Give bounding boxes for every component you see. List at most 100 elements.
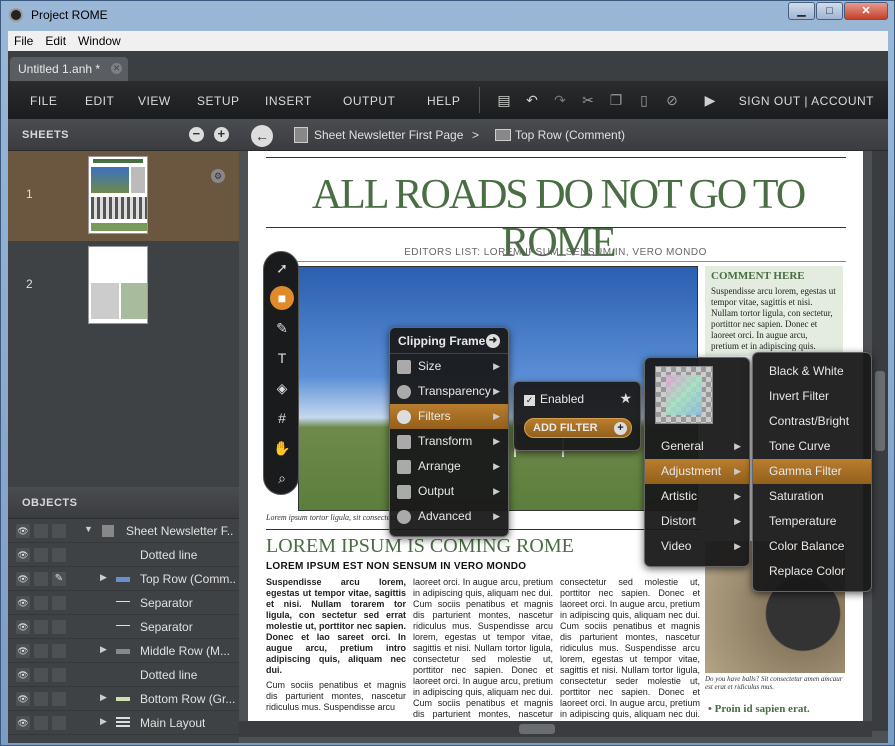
- visibility-eye-icon[interactable]: 👁: [16, 524, 30, 538]
- object-row[interactable]: 👁 ▶ Main Layout: [8, 711, 239, 735]
- football-caption[interactable]: Do you have balls? Sit consectetur amen …: [705, 675, 845, 691]
- comment-box[interactable]: COMMENT HERE Suspendisse arcu lorem, ege…: [705, 266, 843, 356]
- filter-saturation[interactable]: Saturation: [753, 484, 871, 509]
- menu-file[interactable]: File: [14, 34, 33, 48]
- back-arrow-icon[interactable]: ←: [251, 125, 273, 147]
- menu-item-filters[interactable]: Filters ▶: [390, 404, 508, 429]
- lock-toggle[interactable]: [34, 716, 48, 730]
- menu-item-arrange[interactable]: Arrange ▶: [390, 454, 508, 479]
- object-row[interactable]: 👁 Separator: [8, 615, 239, 639]
- sheet-settings-icon[interactable]: ⚙: [211, 169, 225, 183]
- lock-toggle[interactable]: [34, 692, 48, 706]
- zoom-tool-icon[interactable]: ⌕: [270, 466, 294, 490]
- hand-tool-icon[interactable]: ✋: [270, 436, 294, 460]
- edit-toggle[interactable]: [52, 692, 66, 706]
- lock-toggle[interactable]: [34, 572, 48, 586]
- lock-toggle[interactable]: [34, 548, 48, 562]
- add-filter-button[interactable]: ADD FILTER +: [524, 418, 632, 438]
- category-general[interactable]: General ▶: [645, 434, 749, 459]
- expand-arrow-icon[interactable]: ▶: [100, 692, 107, 703]
- visibility-eye-icon[interactable]: 👁: [16, 692, 30, 706]
- object-row[interactable]: 👁 ▶ Bottom Row (Gr...: [8, 687, 239, 711]
- fill-tool-icon[interactable]: ◈: [270, 376, 294, 400]
- app-menu-output[interactable]: OUTPUT: [343, 94, 395, 108]
- visibility-eye-icon[interactable]: 👁: [16, 572, 30, 586]
- menu-edit[interactable]: Edit: [45, 34, 66, 48]
- section-subheading[interactable]: LOREM IPSUM EST NON SENSUM IN VERO MONDO: [266, 561, 526, 572]
- visibility-eye-icon[interactable]: 👁: [16, 596, 30, 610]
- object-row[interactable]: 👁 ▶ Middle Row (M...: [8, 639, 239, 663]
- go-arrow-icon[interactable]: ➜: [486, 334, 500, 348]
- app-menu-setup[interactable]: SETUP: [197, 94, 240, 108]
- lock-toggle[interactable]: [34, 644, 48, 658]
- copy-icon[interactable]: ❐: [607, 91, 625, 109]
- edit-toggle[interactable]: [52, 596, 66, 610]
- expand-arrow-icon[interactable]: ▶: [100, 716, 107, 727]
- category-distort[interactable]: Distort ▶: [645, 509, 749, 534]
- sheet-item[interactable]: 1 ⚙: [8, 151, 239, 241]
- account-links[interactable]: SIGN OUT | ACCOUNT: [739, 94, 874, 108]
- object-row[interactable]: 👁 ▼ Sheet Newsletter F...: [8, 519, 239, 543]
- remove-sheet-icon[interactable]: −: [189, 127, 204, 142]
- filter-temperature[interactable]: Temperature: [753, 509, 871, 534]
- breadcrumb-page[interactable]: Sheet Newsletter First Page: [314, 128, 463, 142]
- filter-gamma[interactable]: Gamma Filter: [753, 459, 871, 484]
- expand-arrow-icon[interactable]: ▶: [100, 644, 107, 655]
- bullet-text[interactable]: • Proin id sapien erat.: [708, 703, 810, 715]
- filter-contrast-bright[interactable]: Contrast/Bright: [753, 409, 871, 434]
- horizontal-scroll-thumb[interactable]: [519, 724, 555, 734]
- text-column-2[interactable]: laoreet orci. In augue arcu, pretium in …: [413, 577, 553, 731]
- edit-toggle[interactable]: [52, 524, 66, 538]
- lock-toggle[interactable]: [34, 620, 48, 634]
- visibility-eye-icon[interactable]: 👁: [16, 620, 30, 634]
- app-menu-edit[interactable]: EDIT: [85, 94, 114, 108]
- preview-icon[interactable]: ▶: [701, 91, 719, 109]
- menu-item-transparency[interactable]: Transparency ▶: [390, 379, 508, 404]
- close-tab-icon[interactable]: ✕: [111, 63, 122, 74]
- brush-tool-icon[interactable]: ✎: [270, 316, 294, 340]
- visibility-eye-icon[interactable]: 👁: [16, 644, 30, 658]
- expand-arrow-icon[interactable]: ▼: [84, 524, 93, 534]
- menu-item-output[interactable]: Output ▶: [390, 479, 508, 504]
- edit-toggle[interactable]: [52, 644, 66, 658]
- vertical-scroll-thumb[interactable]: [875, 371, 885, 451]
- paste-icon[interactable]: ▯: [635, 91, 653, 109]
- section-heading[interactable]: LOREM IPSUM IS COMING ROME: [266, 535, 574, 558]
- redo-icon[interactable]: ↷: [551, 91, 569, 109]
- close-button[interactable]: ✕: [844, 2, 888, 20]
- star-icon[interactable]: ★: [619, 390, 632, 407]
- enabled-checkbox[interactable]: ✓ Enabled: [524, 392, 584, 406]
- minimize-button[interactable]: ▁: [788, 2, 815, 20]
- horizontal-scrollbar[interactable]: [239, 721, 872, 737]
- add-sheet-icon[interactable]: +: [214, 127, 229, 142]
- menu-item-size[interactable]: Size ▶: [390, 354, 508, 379]
- app-menu-insert[interactable]: INSERT: [265, 94, 312, 108]
- menu-window[interactable]: Window: [78, 34, 121, 48]
- text-column-1[interactable]: Suspendisse arcu lorem, egestas ut tempo…: [266, 577, 406, 713]
- cut-icon[interactable]: ✂: [579, 91, 597, 109]
- editors-list[interactable]: EDITORS LIST: LOREM IPSUM, SENSUM IN, VE…: [248, 247, 863, 258]
- app-menu-help[interactable]: HELP: [427, 94, 460, 108]
- document-tab[interactable]: Untitled 1.anh * ✕: [10, 57, 128, 81]
- menu-item-transform[interactable]: Transform ▶: [390, 429, 508, 454]
- sheet-item[interactable]: 2: [8, 241, 239, 331]
- visibility-eye-icon[interactable]: 👁: [16, 548, 30, 562]
- filter-replace-color[interactable]: Replace Color: [753, 559, 871, 584]
- category-adjustment[interactable]: Adjustment ▶: [645, 459, 749, 484]
- filter-color-balance[interactable]: Color Balance: [753, 534, 871, 559]
- visibility-eye-icon[interactable]: 👁: [16, 716, 30, 730]
- app-menu-view[interactable]: VIEW: [138, 94, 171, 108]
- photo-caption[interactable]: Lorem ipsum tortor ligula, sit consectet…: [266, 513, 399, 522]
- breadcrumb-current[interactable]: Top Row (Comment): [515, 128, 625, 142]
- vertical-scrollbar[interactable]: [872, 151, 888, 731]
- expand-arrow-icon[interactable]: ▶: [100, 572, 107, 583]
- visibility-eye-icon[interactable]: 👁: [16, 668, 30, 682]
- lock-toggle[interactable]: [34, 524, 48, 538]
- edit-toggle[interactable]: [52, 620, 66, 634]
- filter-black-white[interactable]: Black & White: [753, 359, 871, 384]
- category-artistic[interactable]: Artistic ▶: [645, 484, 749, 509]
- object-row[interactable]: 👁 Dotted line: [8, 663, 239, 687]
- edit-toggle[interactable]: [52, 716, 66, 730]
- lock-toggle[interactable]: [34, 596, 48, 610]
- lock-toggle[interactable]: [34, 668, 48, 682]
